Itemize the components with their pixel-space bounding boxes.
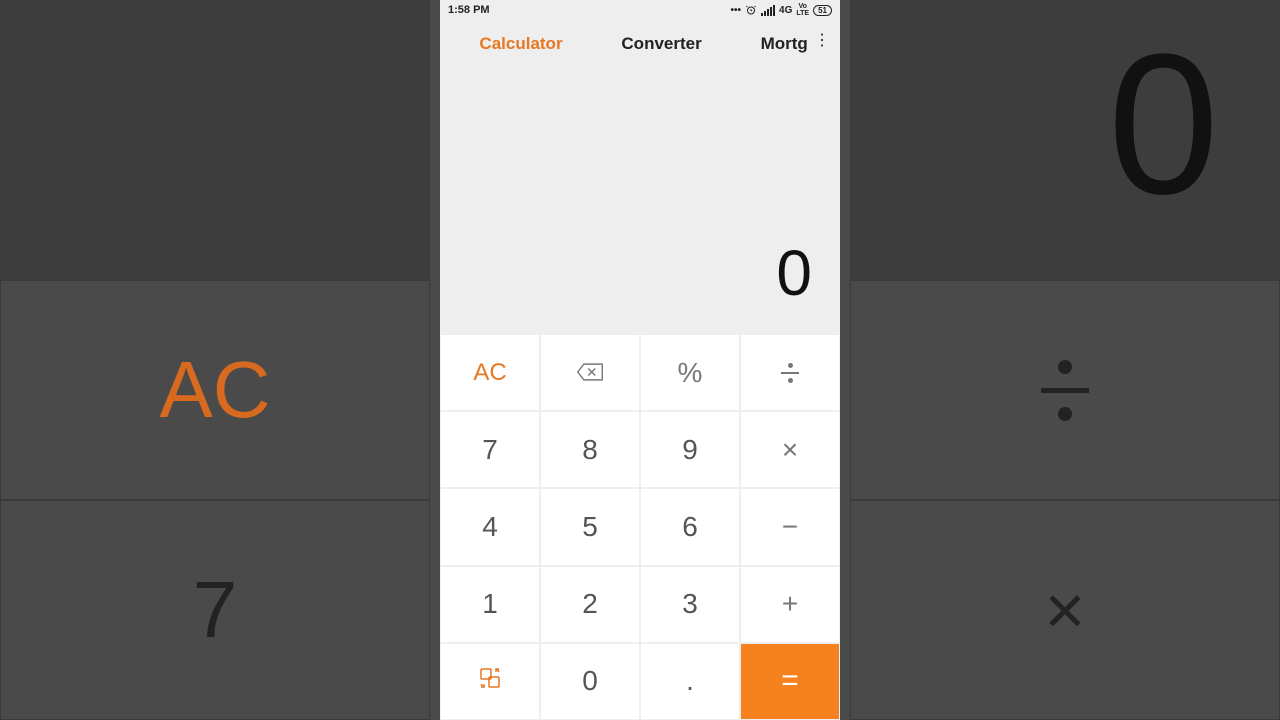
menu-icon[interactable]: ⋮ [814, 30, 830, 50]
key-4[interactable]: 4 [440, 488, 540, 565]
volte-label: VoLTE [796, 3, 809, 17]
battery-indicator: 51 [813, 5, 832, 16]
key-plus[interactable]: + [740, 566, 840, 643]
keypad: AC % 7 8 9 × 4 5 6 − 1 2 3 + 0 . = [440, 334, 840, 720]
display-value: 0 [776, 236, 812, 310]
bg-display-zero: 0 [850, 0, 1280, 280]
tab-converter[interactable]: Converter [615, 34, 707, 54]
key-ac[interactable]: AC [440, 334, 540, 411]
switch-icon [478, 665, 502, 697]
bg-key-divide [850, 280, 1280, 500]
key-9[interactable]: 9 [640, 411, 740, 488]
signal-icon [761, 5, 775, 16]
key-2[interactable]: 2 [540, 566, 640, 643]
key-multiply[interactable]: × [740, 411, 840, 488]
bg-upper-left [0, 0, 430, 280]
tab-mortgage[interactable]: Mortgage [755, 34, 807, 54]
status-time: 1:58 PM [448, 4, 490, 16]
key-7[interactable]: 7 [440, 411, 540, 488]
backspace-icon [576, 357, 604, 389]
status-bar: 1:58 PM ••• 4G VoLTE 51 [440, 0, 840, 20]
key-1[interactable]: 1 [440, 566, 540, 643]
key-switch[interactable] [440, 643, 540, 720]
alarm-icon [745, 4, 757, 16]
mode-tabs: Calculator Converter Mortgage [440, 20, 840, 68]
key-divide[interactable] [740, 334, 840, 411]
bg-key-multiply: × [850, 500, 1280, 720]
key-5[interactable]: 5 [540, 488, 640, 565]
key-equals[interactable]: = [740, 643, 840, 720]
tab-calculator[interactable]: Calculator [473, 34, 568, 54]
key-3[interactable]: 3 [640, 566, 740, 643]
bg-key-7: 7 [0, 500, 430, 720]
divide-icon [1041, 360, 1089, 421]
divide-icon [781, 363, 799, 383]
key-backspace[interactable] [540, 334, 640, 411]
key-6[interactable]: 6 [640, 488, 740, 565]
key-0[interactable]: 0 [540, 643, 640, 720]
more-icon: ••• [731, 5, 742, 16]
bg-key-ac: AC [0, 280, 430, 500]
key-percent[interactable]: % [640, 334, 740, 411]
key-decimal[interactable]: . [640, 643, 740, 720]
phone-screen: 1:58 PM ••• 4G VoLTE 51 Calculator Conve… [440, 0, 840, 720]
key-8[interactable]: 8 [540, 411, 640, 488]
calculator-display: 0 [440, 68, 840, 334]
network-label: 4G [779, 5, 792, 16]
key-minus[interactable]: − [740, 488, 840, 565]
